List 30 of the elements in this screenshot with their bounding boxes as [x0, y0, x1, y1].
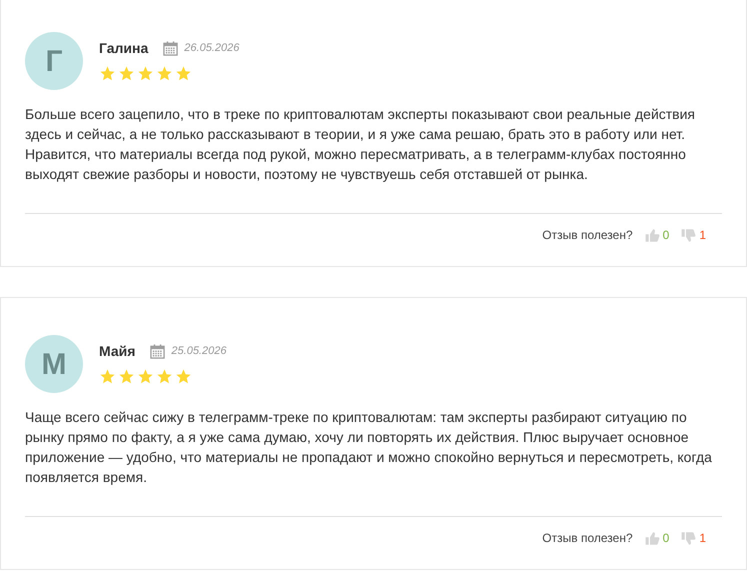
star-icon — [118, 65, 135, 82]
star-icon — [99, 65, 116, 82]
thumbs-up-icon[interactable] — [644, 530, 660, 546]
helpful-label: Отзыв полезен? — [542, 227, 633, 244]
thumbs-up-icon[interactable] — [644, 228, 660, 242]
thumbs-down-icon[interactable] — [681, 530, 696, 546]
avatar: М — [25, 335, 83, 393]
avatar: Г — [25, 32, 83, 90]
star-icon — [99, 368, 116, 385]
likes-count: 0 — [662, 227, 670, 244]
review-date: 25.05.2026 — [171, 344, 226, 360]
star-icon — [156, 368, 173, 385]
likes-count: 0 — [662, 530, 670, 547]
helpful-label: Отзыв полезен? — [542, 530, 633, 547]
thumbs-down-icon[interactable] — [681, 228, 696, 242]
calendar-icon — [163, 41, 178, 56]
star-icon — [118, 368, 135, 385]
star-icon — [137, 65, 154, 82]
star-icon — [137, 368, 154, 385]
reviewer-name: Майя — [99, 342, 136, 361]
review-date: 26.05.2026 — [184, 41, 240, 56]
review-text: Больше всего зацепило, что в треке по криптовалютам эксперты показывают свои реальные действия здесь и сейчас, а не только рассказывают в теории, и я уже сама решаю, брать это в работу или нет. Нравится, что материалы всегда под рукой, можно пересматривать, а в телеграмм-клубах постоянно выходят свежие разборы и новости, поэтому не чувствуешь себя отставшей от рынка. — [25, 105, 696, 184]
dislikes-count: 1 — [699, 530, 706, 547]
star-icon — [156, 65, 173, 82]
star-icon — [175, 65, 192, 82]
dislikes-count: 1 — [699, 227, 706, 244]
reviewer-name: Галина — [99, 39, 148, 58]
star-icon — [175, 368, 192, 385]
calendar-icon — [150, 344, 166, 359]
review-text: Чаще всего сейчас сижу в телеграмм-треке по криптовалютам: там эксперты разбирают ситуацию по рынку прямо по факту, а я уже сама думаю, хочу ли повторять их действия. Плюс выручает основное приложение — удобно, что материалы не пропадают и можно спокойно вернуться и пересмотреть, когда появляется время. — [25, 408, 713, 487]
